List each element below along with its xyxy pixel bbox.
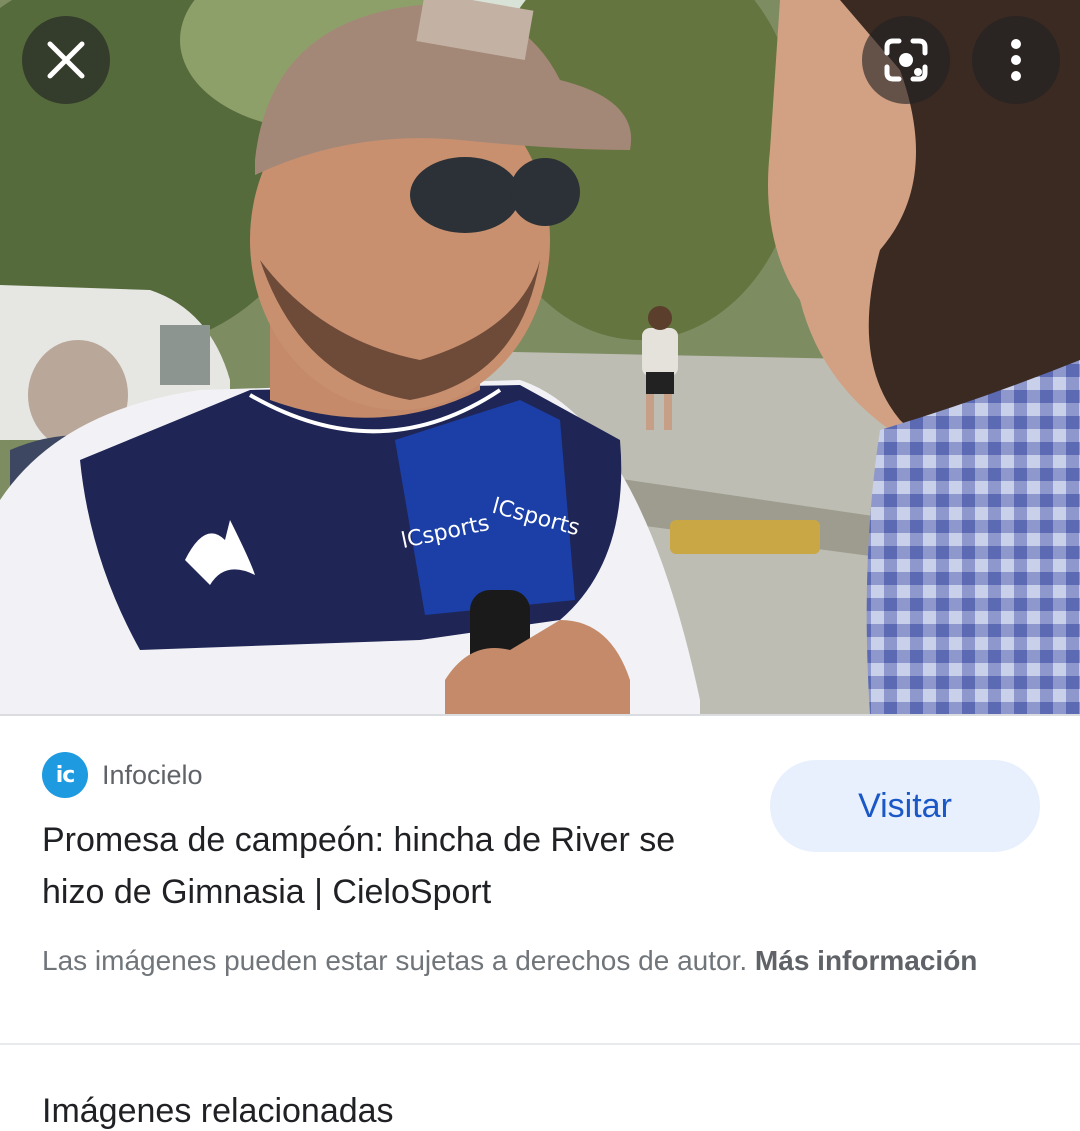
lens-button[interactable] bbox=[862, 16, 950, 104]
more-info-link[interactable]: Más información bbox=[755, 945, 977, 976]
image-viewer: lCsports lCsports bbox=[0, 0, 1080, 714]
copyright-text: Las imágenes pueden estar sujetas a dere… bbox=[42, 945, 748, 976]
copyright-notice: Las imágenes pueden estar sujetas a dere… bbox=[42, 940, 1042, 981]
close-icon bbox=[47, 41, 85, 79]
related-images-heading: Imágenes relacionadas bbox=[42, 1092, 394, 1130]
visit-button[interactable]: Visitar bbox=[770, 760, 1040, 852]
source-name: Infocielo bbox=[102, 759, 203, 790]
more-options-button[interactable] bbox=[972, 16, 1060, 104]
lens-icon bbox=[884, 38, 928, 82]
result-image[interactable]: lCsports lCsports bbox=[0, 0, 1080, 714]
source-row[interactable]: ic Infocielo bbox=[42, 752, 203, 798]
divider bbox=[0, 1043, 1080, 1045]
divider bbox=[0, 714, 1080, 716]
result-title[interactable]: Promesa de campeón: hincha de River se h… bbox=[42, 814, 742, 918]
more-vert-icon bbox=[1011, 39, 1021, 81]
close-button[interactable] bbox=[22, 16, 110, 104]
source-logo: ic bbox=[42, 752, 88, 798]
